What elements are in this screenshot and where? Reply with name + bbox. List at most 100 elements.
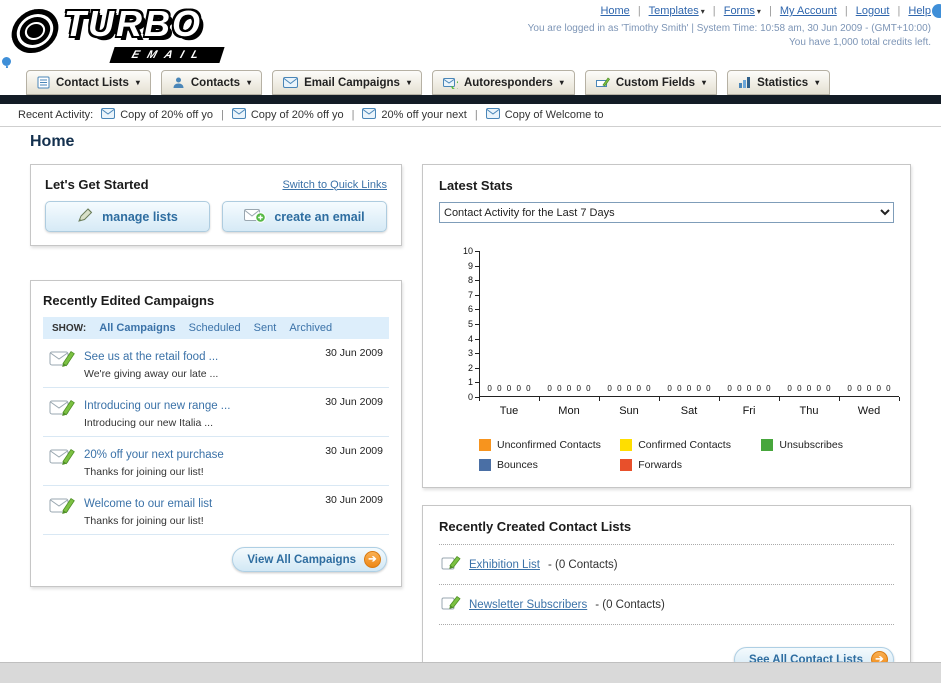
y-axis-label: 9 bbox=[467, 260, 473, 271]
campaign-row[interactable]: See us at the retail food ... We're givi… bbox=[43, 339, 389, 388]
filter-scheduled[interactable]: Scheduled bbox=[189, 322, 241, 334]
campaign-title-link[interactable]: Introducing our new range ... bbox=[84, 400, 230, 412]
y-axis-label: 8 bbox=[467, 275, 473, 286]
campaign-filter-bar: SHOW: All Campaigns Scheduled Sent Archi… bbox=[43, 317, 389, 339]
filter-archived[interactable]: Archived bbox=[289, 322, 332, 334]
activity-text: Copy of Welcome to bbox=[504, 109, 604, 121]
help-bubble-icon[interactable] bbox=[932, 4, 941, 18]
chart-legend: Unconfirmed Contacts Confirmed Contacts Un… bbox=[479, 439, 903, 471]
view-all-campaigns-button[interactable]: View All Campaigns ➔ bbox=[232, 547, 387, 572]
envelope-icon bbox=[362, 108, 377, 122]
legend-swatch bbox=[620, 439, 633, 451]
activity-text: 20% off your next bbox=[381, 109, 467, 121]
latest-stats-panel: Latest Stats Contact Activity for the La… bbox=[422, 164, 911, 488]
recent-activity-item[interactable]: Copy of Welcome to bbox=[485, 108, 604, 122]
bar-chart-icon bbox=[738, 76, 751, 89]
envelope-icon bbox=[101, 108, 116, 122]
top-link-forms[interactable]: Forms bbox=[724, 5, 755, 17]
contact-list-link[interactable]: Newsletter Subscribers bbox=[469, 599, 587, 611]
credits-info: You have 1,000 total credits left. bbox=[789, 37, 931, 48]
campaign-title-link[interactable]: 20% off your next purchase bbox=[84, 449, 224, 461]
recent-activity-item[interactable]: Copy of 20% off yo bbox=[101, 108, 213, 122]
logo-swoosh-icon bbox=[8, 9, 62, 53]
x-axis-tick bbox=[779, 397, 780, 401]
top-link-templates[interactable]: Templates bbox=[649, 5, 699, 17]
chevron-down-icon: ▾ bbox=[815, 78, 820, 87]
bar-value-labels: 0 0 0 0 0 bbox=[487, 384, 531, 393]
turbo-email-logo: TURBO EMAIL bbox=[8, 3, 288, 63]
button-label: View All Campaigns bbox=[247, 553, 356, 566]
tab-label: Custom Fields bbox=[615, 76, 696, 89]
chart-plot-area bbox=[479, 251, 899, 397]
campaign-row[interactable]: Introducing our new range ... Introducin… bbox=[43, 388, 389, 437]
y-axis-label: 4 bbox=[467, 333, 473, 344]
recently-edited-campaigns-panel: Recently Edited Campaigns SHOW: All Camp… bbox=[30, 280, 402, 587]
tab-autoresponders[interactable]: Autoresponders ▾ bbox=[431, 70, 575, 95]
recent-activity-item[interactable]: 20% off your next bbox=[362, 108, 467, 122]
y-axis-tick bbox=[475, 294, 479, 296]
envelope-icon bbox=[485, 108, 500, 122]
top-link-home[interactable]: Home bbox=[600, 5, 629, 17]
separator: | bbox=[712, 5, 716, 17]
tab-custom-fields[interactable]: Custom Fields ▾ bbox=[584, 70, 718, 95]
chevron-down-icon: ▾ bbox=[247, 78, 252, 87]
campaign-title-link[interactable]: See us at the retail food ... bbox=[84, 351, 218, 363]
logo-text: TURBO bbox=[64, 3, 202, 44]
panel-title: Latest Stats bbox=[439, 178, 513, 193]
tab-label: Autoresponders bbox=[463, 76, 553, 89]
envelope-pencil-icon bbox=[49, 445, 76, 473]
bar-value-labels: 0 0 0 0 0 bbox=[607, 384, 651, 393]
pencil-icon bbox=[441, 594, 461, 615]
chevron-down-icon: ▾ bbox=[406, 78, 411, 87]
stats-period-select[interactable]: Contact Activity for the Last 7 Days bbox=[439, 202, 894, 223]
x-axis-tick bbox=[719, 397, 720, 401]
create-email-button[interactable]: create an email bbox=[222, 201, 387, 232]
right-column: Latest Stats Contact Activity for the La… bbox=[422, 164, 911, 683]
tab-email-campaigns[interactable]: Email Campaigns ▾ bbox=[272, 70, 422, 95]
panel-title: Recently Edited Campaigns bbox=[43, 293, 215, 308]
chevron-down-icon: ▾ bbox=[559, 78, 564, 87]
legend-swatch bbox=[761, 439, 774, 451]
manage-lists-button[interactable]: manage lists bbox=[45, 201, 210, 232]
y-axis-tick bbox=[475, 353, 479, 355]
pencil-icon bbox=[441, 554, 461, 575]
main-nav: Contact Lists ▾ Contacts ▾ Email Campaig… bbox=[0, 68, 941, 95]
x-axis-tick bbox=[479, 397, 480, 401]
filter-all-campaigns[interactable]: All Campaigns bbox=[99, 322, 175, 334]
tab-label: Statistics bbox=[757, 76, 809, 89]
y-axis-label: 0 bbox=[467, 392, 473, 402]
tab-contacts[interactable]: Contacts ▾ bbox=[160, 70, 263, 95]
envelope-pencil-icon bbox=[49, 347, 76, 375]
campaign-date: 30 Jun 2009 bbox=[325, 396, 383, 408]
campaign-title-link[interactable]: Welcome to our email list bbox=[84, 498, 212, 510]
tab-statistics[interactable]: Statistics ▾ bbox=[727, 70, 831, 95]
contact-activity-chart: 0 1 2 3 4 5 6 7 8 9 10 0 0 0 0 0 Tue 0 0 0 0 0 Mon 0 0 … bbox=[439, 246, 900, 425]
top-link-my-account[interactable]: My Account bbox=[780, 5, 837, 17]
recent-activity-item[interactable]: Copy of 20% off yo bbox=[231, 108, 344, 122]
campaign-row[interactable]: 20% off your next purchase Thanks for jo… bbox=[43, 437, 389, 486]
chevron-down-icon: ▾ bbox=[700, 7, 705, 16]
top-link-logout[interactable]: Logout bbox=[856, 5, 890, 17]
contact-list-link[interactable]: Exhibition List bbox=[469, 559, 540, 571]
page-title: Home bbox=[30, 133, 75, 150]
switch-quick-links-link[interactable]: Switch to Quick Links bbox=[282, 179, 387, 191]
x-axis-label: Wed bbox=[857, 405, 881, 417]
header: TURBO EMAIL Home | Templates ▾ | Forms ▾ |… bbox=[0, 0, 941, 106]
y-axis-tick bbox=[475, 338, 479, 340]
envelope-plus-icon bbox=[244, 207, 267, 226]
legend-label: Unsubscribes bbox=[779, 439, 843, 451]
show-label: SHOW: bbox=[52, 322, 87, 334]
button-label: manage lists bbox=[102, 209, 178, 224]
tab-contact-lists[interactable]: Contact Lists ▾ bbox=[26, 70, 151, 95]
campaign-subject: We're giving away our late ... bbox=[84, 368, 219, 380]
contacts-icon bbox=[172, 76, 185, 89]
y-axis-tick bbox=[475, 324, 479, 325]
top-link-help[interactable]: Help bbox=[908, 5, 931, 17]
contact-count: - (0 Contacts) bbox=[595, 598, 665, 611]
filter-sent[interactable]: Sent bbox=[254, 322, 277, 334]
activity-text: Copy of 20% off yo bbox=[120, 109, 213, 121]
campaign-row[interactable]: Welcome to our email list Thanks for joi… bbox=[43, 486, 389, 535]
page-footer bbox=[0, 662, 941, 683]
chevron-down-icon: ▾ bbox=[702, 78, 707, 87]
separator: | bbox=[768, 5, 772, 17]
